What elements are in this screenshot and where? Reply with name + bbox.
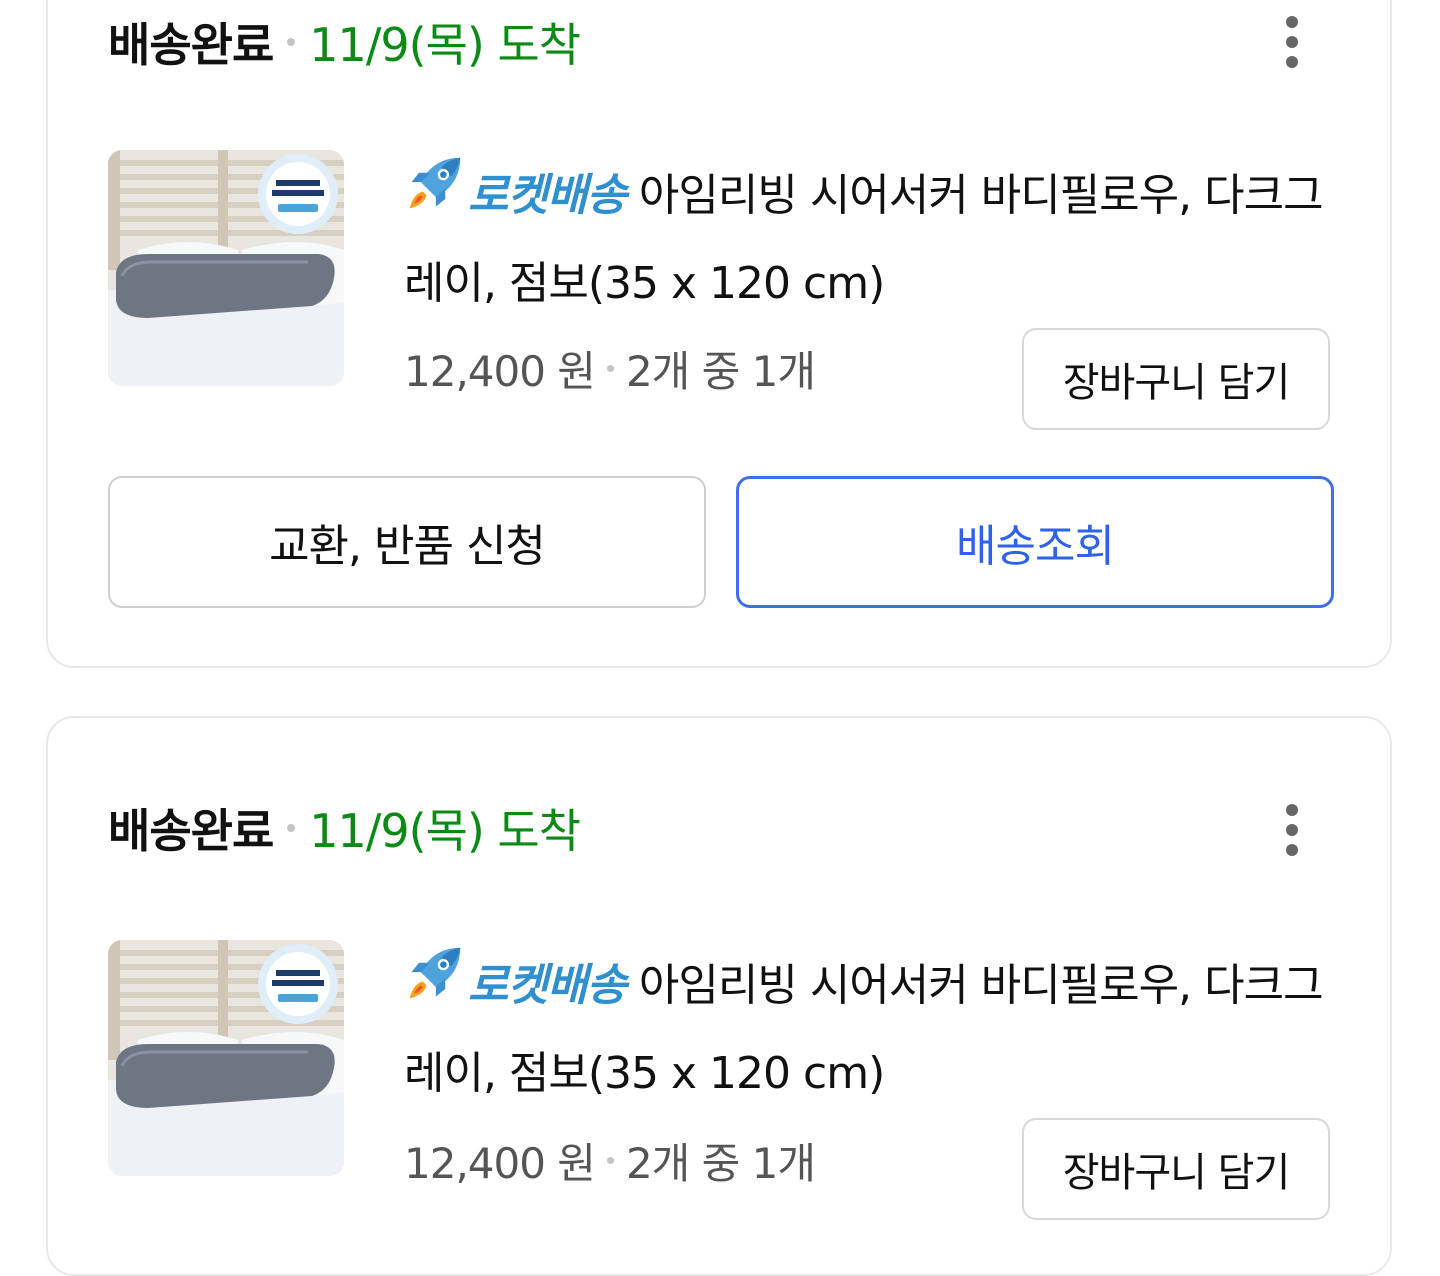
return-exchange-button[interactable]: 교환, 반품 신청 [108,476,706,608]
delivery-status: 배송완료 [108,18,274,72]
rocket-icon [404,944,464,1032]
order-header: 배송완료 11/9(목) 도착 [108,12,581,72]
rocket-delivery-label: 로켓배송 [468,960,627,1011]
add-to-cart-button[interactable]: 장바구니 담기 [1022,328,1330,430]
separator-dot [606,365,614,372]
arrival-date: 11/9(목) 도착 [309,18,581,72]
arrival-date: 11/9(목) 도착 [309,804,581,858]
product-price: 12,400 원 [404,347,596,396]
rocket-icon [404,154,464,242]
more-vertical-icon[interactable] [1282,12,1302,72]
product-title[interactable]: 로켓배송 아임리빙 시어서커 바디필로우, 다크그레이, 점보(35 x 120… [404,944,1324,1116]
product-meta: 12,400 원 2개 중 1개 [404,1130,816,1191]
more-vertical-icon[interactable] [1282,800,1302,860]
product-meta: 12,400 원 2개 중 1개 [404,338,816,399]
product-quantity: 2개 중 1개 [625,1139,816,1188]
separator-dot [287,38,296,46]
add-to-cart-button[interactable]: 장바구니 담기 [1022,1118,1330,1220]
track-delivery-button[interactable]: 배송조회 [736,476,1334,608]
product-quantity: 2개 중 1개 [625,347,816,396]
separator-dot [287,824,296,832]
order-card: 배송완료 11/9(목) 도착 로켓배송 아임리빙 시어서커 바디필로우, 다크… [46,716,1392,1276]
order-header: 배송완료 11/9(목) 도착 [108,798,581,858]
order-card: 배송완료 11/9(목) 도착 로켓배송 아임리빙 시어서커 바디필로우, 다크… [46,0,1392,668]
delivery-status: 배송완료 [108,804,274,858]
product-thumbnail[interactable] [108,940,344,1176]
product-price: 12,400 원 [404,1139,596,1188]
rocket-delivery-label: 로켓배송 [468,170,627,221]
product-thumbnail[interactable] [108,150,344,386]
product-title[interactable]: 로켓배송 아임리빙 시어서커 바디필로우, 다크그레이, 점보(35 x 120… [404,154,1324,326]
separator-dot [606,1157,614,1164]
